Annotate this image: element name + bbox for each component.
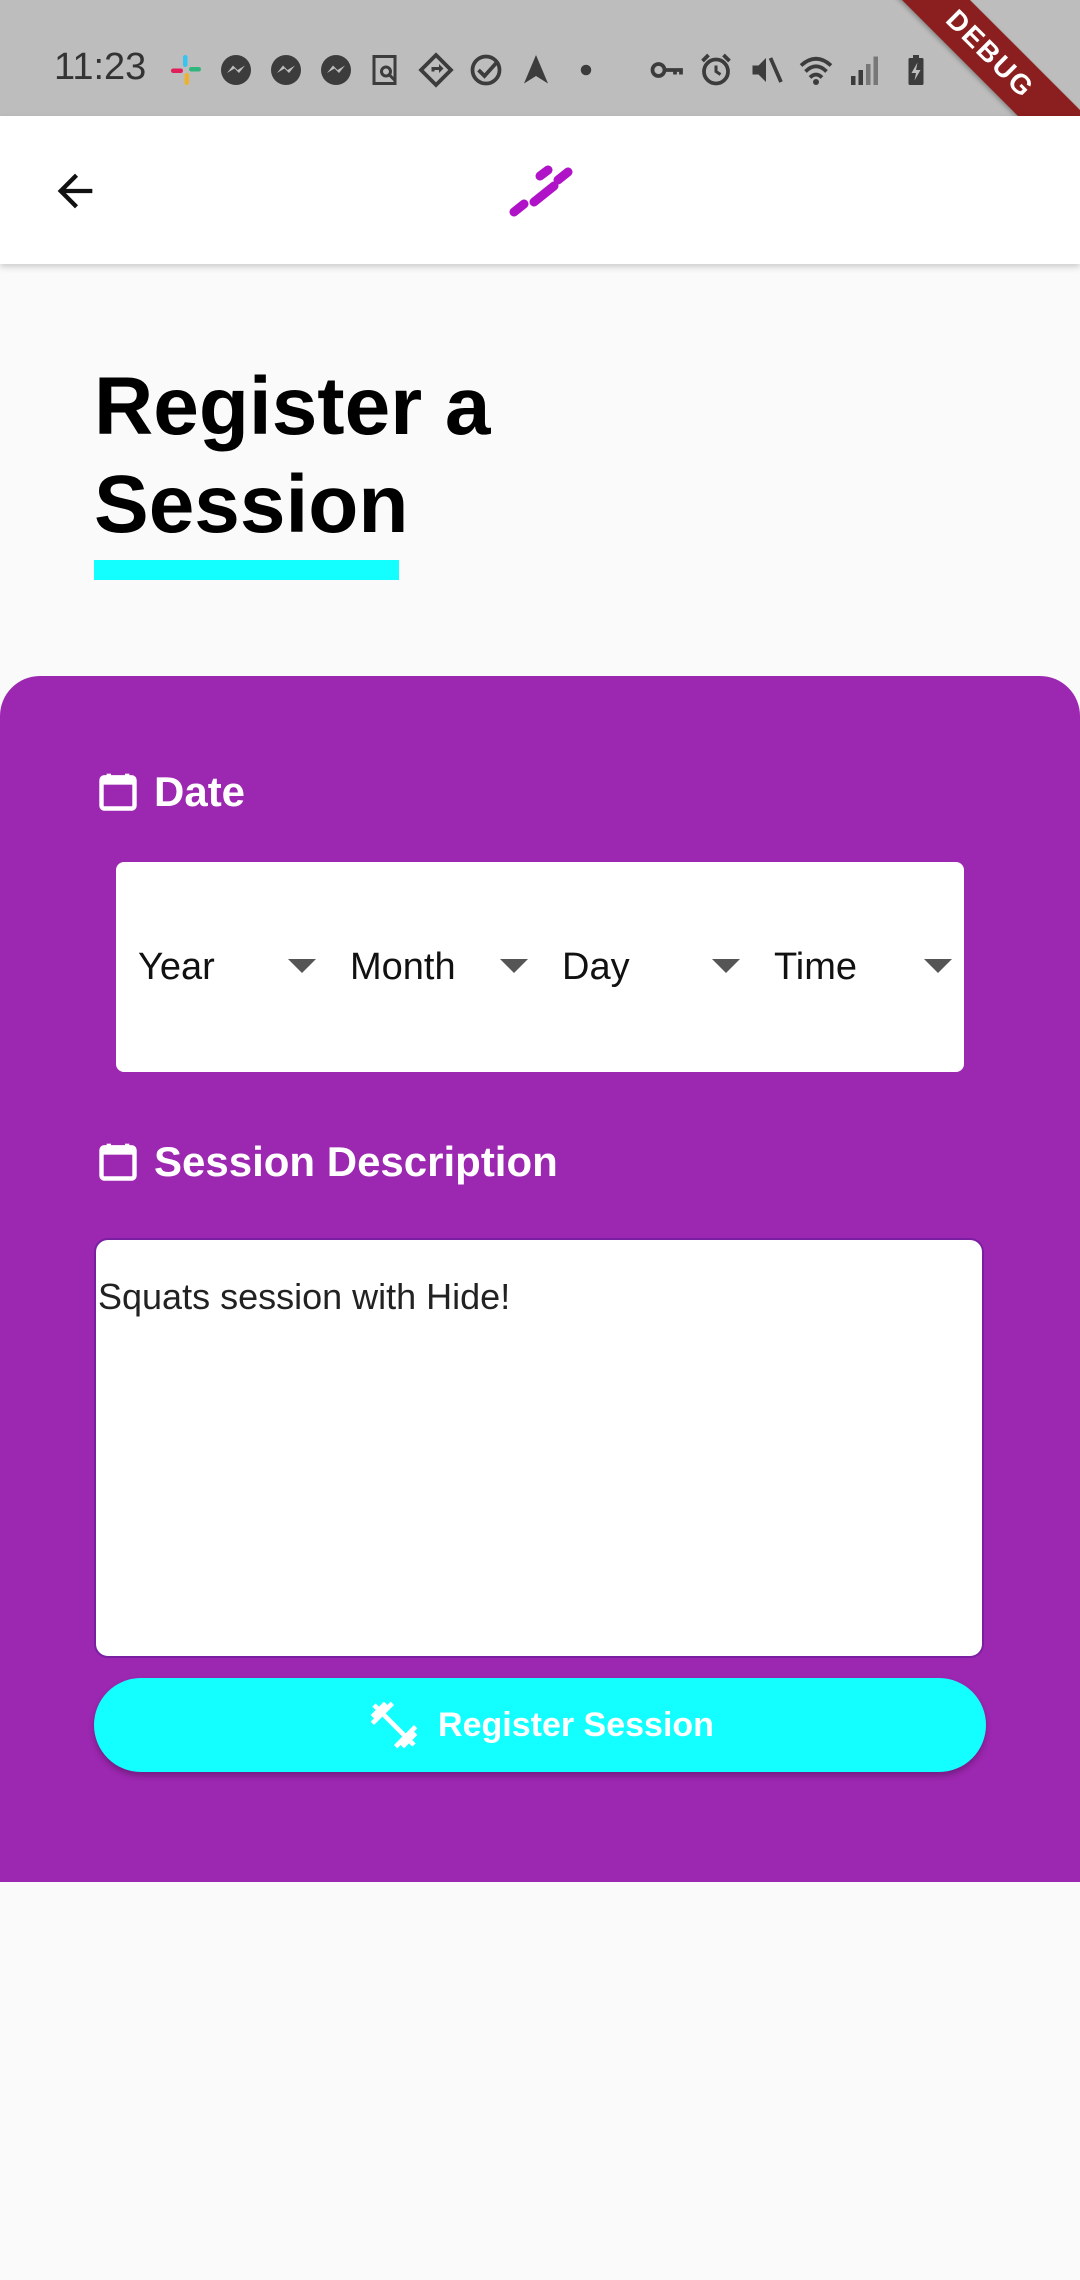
date-label-text: Date (154, 768, 246, 815)
volume-off-icon (748, 52, 784, 88)
month-dropdown-label: Month (350, 945, 456, 988)
year-dropdown-label: Year (138, 945, 215, 988)
wifi-icon (798, 52, 834, 88)
date-picker: Year Month Day Time (116, 862, 964, 1072)
day-dropdown[interactable]: Day (540, 927, 752, 1007)
day-dropdown-label: Day (562, 945, 630, 988)
time-dropdown[interactable]: Time (752, 927, 964, 1007)
status-bar: 11:23 DEBUG (0, 0, 1080, 185)
system-icons (648, 52, 934, 88)
session-description-value: Squats session with Hide! (98, 1276, 511, 1317)
messenger-icon (318, 52, 354, 88)
time-dropdown-label: Time (774, 945, 858, 988)
title-underline (94, 560, 399, 580)
directions-icon (418, 52, 454, 88)
calendar-icon (99, 773, 137, 811)
notification-icons (168, 52, 604, 88)
battery-charging-icon (898, 52, 934, 88)
slack-icon (168, 52, 204, 88)
more-dot-icon (568, 52, 604, 88)
dropdown-arrow-icon (288, 959, 316, 973)
messenger-icon (268, 52, 304, 88)
alarm-icon (698, 52, 734, 88)
description-section-label: Session Description (96, 1138, 558, 1186)
signal-icon (848, 52, 884, 88)
fitness-center-icon (370, 1701, 418, 1749)
dropdown-arrow-icon (712, 959, 740, 973)
arrow-back-icon (57, 173, 93, 209)
year-dropdown[interactable]: Year (116, 927, 328, 1007)
dropdown-arrow-icon (924, 959, 952, 973)
month-dropdown[interactable]: Month (328, 927, 540, 1007)
session-description-input[interactable]: Squats session with Hide! (94, 1238, 984, 1658)
check-circle-icon (468, 52, 504, 88)
page-title: Register a Session (94, 361, 491, 550)
status-time: 11:23 (54, 46, 147, 88)
vpn-key-icon (648, 52, 684, 88)
dropdown-arrow-icon (500, 959, 528, 973)
app-logo-icon (506, 154, 576, 224)
calendar-icon (99, 1143, 137, 1181)
messenger-icon (218, 52, 254, 88)
register-session-button[interactable]: Register Session (94, 1678, 986, 1772)
date-section-label: Date (96, 768, 245, 816)
document-search-icon (368, 52, 404, 88)
app-bar (0, 116, 1080, 264)
navigation-icon (518, 52, 554, 88)
description-label-text: Session Description (154, 1138, 558, 1185)
back-button[interactable] (40, 156, 110, 226)
register-session-label: Register Session (438, 1705, 714, 1744)
